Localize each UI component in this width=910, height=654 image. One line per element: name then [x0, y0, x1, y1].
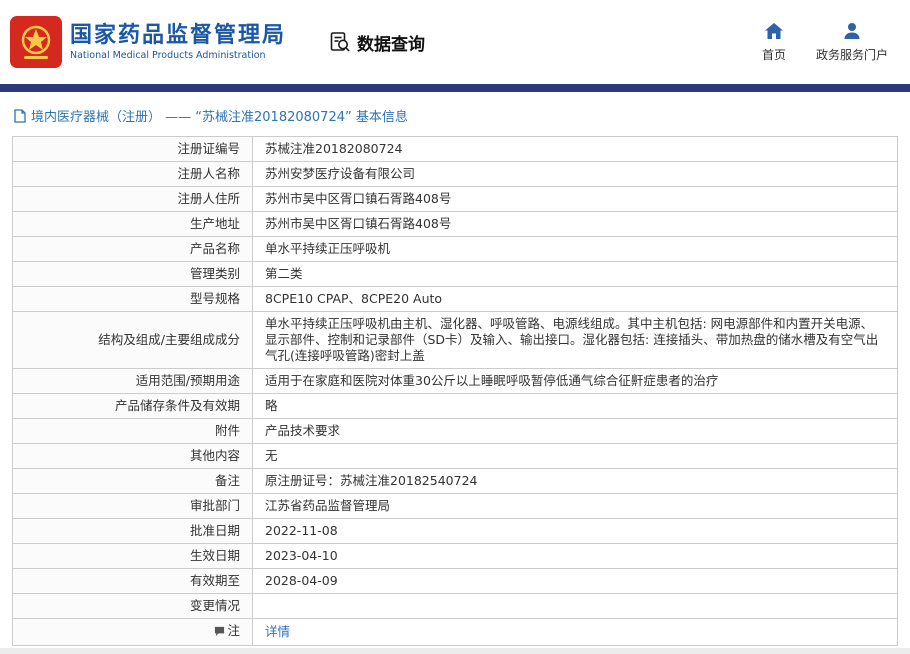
table-row: 注册人住所苏州市吴中区胥口镇石胥路408号: [13, 187, 898, 212]
nav-gov-portal-label: 政务服务门户: [816, 46, 888, 63]
row-value: 原注册证号：苏械注准20182540724: [253, 469, 898, 494]
table-row: 批准日期2022-11-08: [13, 519, 898, 544]
row-value: 适用于在家庭和医院对体重30公斤以上睡眠呼吸暂停低通气综合征鼾症患者的治疗: [253, 369, 898, 394]
top-nav: 首页 政务服务门户: [762, 22, 888, 63]
row-label: 审批部门: [13, 494, 253, 519]
note-icon: [214, 625, 225, 641]
document-icon: [14, 109, 26, 123]
nav-home[interactable]: 首页: [762, 22, 786, 63]
user-icon: [842, 22, 862, 43]
row-label: 生效日期: [13, 544, 253, 569]
row-label: 其他内容: [13, 444, 253, 469]
data-query-label: 数据查询: [357, 30, 425, 55]
row-value: 单水平持续正压呼吸机由主机、湿化器、呼吸管路、电源线组成。其中主机包括: 网电源…: [253, 312, 898, 369]
table-row: 管理类别第二类: [13, 262, 898, 287]
header-divider-bar: [0, 84, 910, 92]
table-row: 注详情: [13, 619, 898, 646]
row-label: 变更情况: [13, 594, 253, 619]
org-names: 国家药品监督管理局 National Medical Products Admi…: [70, 23, 286, 61]
table-row: 注册人名称苏州安梦医疗设备有限公司: [13, 162, 898, 187]
row-label: 管理类别: [13, 262, 253, 287]
table-row: 有效期至2028-04-09: [13, 569, 898, 594]
nmpa-logo[interactable]: 国家药品监督管理局 National Medical Products Admi…: [10, 16, 286, 68]
row-value: [253, 594, 898, 619]
row-label: 注册人住所: [13, 187, 253, 212]
table-row: 变更情况: [13, 594, 898, 619]
breadcrumb: 境内医疗器械（注册） —— “苏械注准20182080724” 基本信息: [14, 106, 898, 125]
table-row: 产品储存条件及有效期略: [13, 394, 898, 419]
page: 国家药品监督管理局 National Medical Products Admi…: [0, 0, 910, 646]
row-label: 适用范围/预期用途: [13, 369, 253, 394]
row-value: 略: [253, 394, 898, 419]
table-row: 备注原注册证号：苏械注准20182540724: [13, 469, 898, 494]
row-value: 8CPE10 CPAP、8CPE20 Auto: [253, 287, 898, 312]
table-row: 生效日期2023-04-10: [13, 544, 898, 569]
org-name-cn: 国家药品监督管理局: [70, 23, 286, 48]
row-value: 第二类: [253, 262, 898, 287]
table-row: 生产地址苏州市吴中区胥口镇石胥路408号: [13, 212, 898, 237]
row-value: 单水平持续正压呼吸机: [253, 237, 898, 262]
table-row: 审批部门江苏省药品监督管理局: [13, 494, 898, 519]
row-value: 无: [253, 444, 898, 469]
row-value: 产品技术要求: [253, 419, 898, 444]
table-row: 型号规格8CPE10 CPAP、8CPE20 Auto: [13, 287, 898, 312]
row-label: 生产地址: [13, 212, 253, 237]
nav-gov-portal[interactable]: 政务服务门户: [816, 22, 888, 63]
table-row: 注册证编号苏械注准20182080724: [13, 137, 898, 162]
row-label: 结构及组成/主要组成成分: [13, 312, 253, 369]
table-row: 结构及组成/主要组成成分单水平持续正压呼吸机由主机、湿化器、呼吸管路、电源线组成…: [13, 312, 898, 369]
data-query-link[interactable]: 数据查询: [328, 30, 425, 55]
row-label: 注: [13, 619, 253, 646]
row-label: 型号规格: [13, 287, 253, 312]
footer-strip: [0, 648, 910, 654]
nav-home-label: 首页: [762, 46, 786, 63]
table-row: 其他内容无: [13, 444, 898, 469]
row-value: 详情: [253, 619, 898, 646]
table-row: 产品名称单水平持续正压呼吸机: [13, 237, 898, 262]
row-label: 批准日期: [13, 519, 253, 544]
main-content: 境内医疗器械（注册） —— “苏械注准20182080724” 基本信息 注册证…: [0, 106, 910, 646]
row-label: 备注: [13, 469, 253, 494]
row-label: 产品名称: [13, 237, 253, 262]
row-value: 苏械注准20182080724: [253, 137, 898, 162]
row-label: 有效期至: [13, 569, 253, 594]
row-label: 注册人名称: [13, 162, 253, 187]
table-row: 附件产品技术要求: [13, 419, 898, 444]
table-row: 适用范围/预期用途适用于在家庭和医院对体重30公斤以上睡眠呼吸暂停低通气综合征鼾…: [13, 369, 898, 394]
row-value: 2023-04-10: [253, 544, 898, 569]
info-table-body: 注册证编号苏械注准20182080724注册人名称苏州安梦医疗设备有限公司注册人…: [13, 137, 898, 646]
row-value: 江苏省药品监督管理局: [253, 494, 898, 519]
row-label: 附件: [13, 419, 253, 444]
org-name-en: National Medical Products Administration: [70, 50, 286, 61]
breadcrumb-text: 境内医疗器械（注册） —— “苏械注准20182080724” 基本信息: [31, 106, 408, 125]
nmpa-emblem-icon: [10, 16, 62, 68]
row-value: 苏州市吴中区胥口镇石胥路408号: [253, 212, 898, 237]
data-query-icon: [328, 30, 352, 54]
row-label: 注册证编号: [13, 137, 253, 162]
site-header: 国家药品监督管理局 National Medical Products Admi…: [0, 0, 910, 84]
row-value: 苏州安梦医疗设备有限公司: [253, 162, 898, 187]
row-value: 2028-04-09: [253, 569, 898, 594]
row-value: 苏州市吴中区胥口镇石胥路408号: [253, 187, 898, 212]
row-label: 产品储存条件及有效期: [13, 394, 253, 419]
detail-link[interactable]: 详情: [265, 624, 290, 639]
row-value: 2022-11-08: [253, 519, 898, 544]
home-icon: [764, 22, 784, 43]
info-table: 注册证编号苏械注准20182080724注册人名称苏州安梦医疗设备有限公司注册人…: [12, 136, 898, 646]
